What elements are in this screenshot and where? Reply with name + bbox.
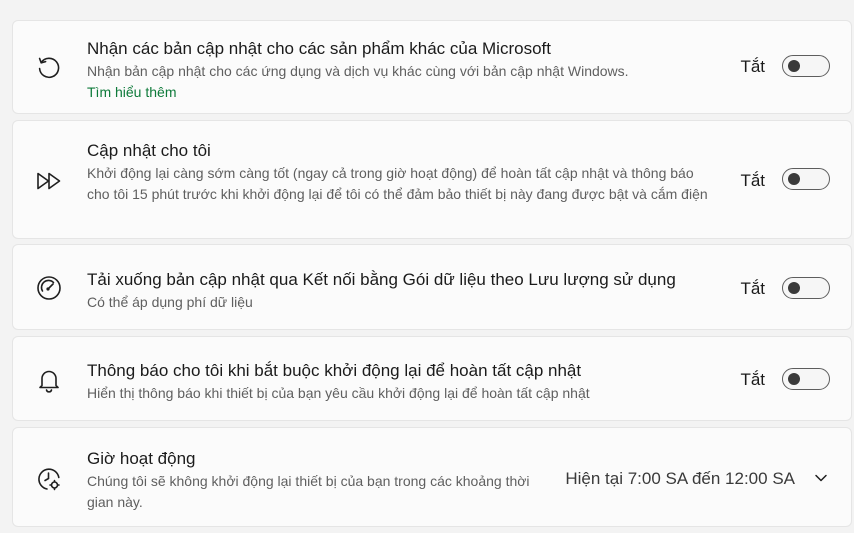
toggle-knob [788,282,800,294]
chevron-down-icon[interactable] [811,468,831,488]
bell-icon [35,366,63,394]
setting-description: Chúng tôi sẽ không khởi động lại thiết b… [87,473,530,510]
setting-title: Cập nhật cho tôi [87,141,211,160]
get-me-up-to-date-toggle[interactable] [782,168,830,190]
setting-text: Nhận các bản cập nhật cho các sản phẩm k… [87,38,717,102]
setting-title: Giờ hoạt động [87,449,196,468]
toggle-state-label: Tắt [740,57,765,76]
toggle-state-label: Tắt [740,279,765,298]
setting-metered-connection: Tải xuống bản cập nhật qua Kết nối bằng … [12,244,852,330]
toggle-knob [788,60,800,72]
setting-description: Khởi động lại càng sớm càng tốt (ngay cả… [87,165,708,202]
setting-title: Nhận các bản cập nhật cho các sản phẩm k… [87,39,551,58]
fast-forward-icon [35,167,63,195]
setting-title: Thông báo cho tôi khi bắt buộc khởi động… [87,361,582,380]
history-icon [35,53,63,81]
setting-description: Hiển thị thông báo khi thiết bị của bạn … [87,385,590,401]
setting-active-hours[interactable]: Giờ hoạt động Chúng tôi sẽ không khởi độ… [12,427,852,527]
gauge-icon [35,274,63,302]
setting-text: Giờ hoạt động Chúng tôi sẽ không khởi độ… [87,448,557,512]
setting-text: Thông báo cho tôi khi bắt buộc khởi động… [87,360,717,404]
setting-restart-notification: Thông báo cho tôi khi bắt buộc khởi động… [12,336,852,421]
toggle-knob [788,373,800,385]
setting-get-me-up-to-date: Cập nhật cho tôi Khởi động lại càng sớm … [12,120,852,239]
learn-more-link[interactable]: Tìm hiểu thêm [87,82,176,102]
setting-text: Tải xuống bản cập nhật qua Kết nối bằng … [87,269,717,313]
clock-settings-icon [35,465,63,493]
restart-notification-toggle[interactable] [782,368,830,390]
toggle-state-label: Tắt [740,171,765,190]
metered-connection-toggle[interactable] [782,277,830,299]
toggle-knob [788,173,800,185]
active-hours-value: Hiện tại 7:00 SA đến 12:00 SA [565,469,795,488]
setting-text: Cập nhật cho tôi Khởi động lại càng sớm … [87,140,717,204]
toggle-state-label: Tắt [740,370,765,389]
setting-other-microsoft-products: Nhận các bản cập nhật cho các sản phẩm k… [12,20,852,114]
other-products-toggle[interactable] [782,55,830,77]
setting-description: Nhận bản cập nhật cho các ứng dụng và dị… [87,63,629,79]
setting-title: Tải xuống bản cập nhật qua Kết nối bằng … [87,270,676,289]
setting-description: Có thể áp dụng phí dữ liệu [87,294,253,310]
